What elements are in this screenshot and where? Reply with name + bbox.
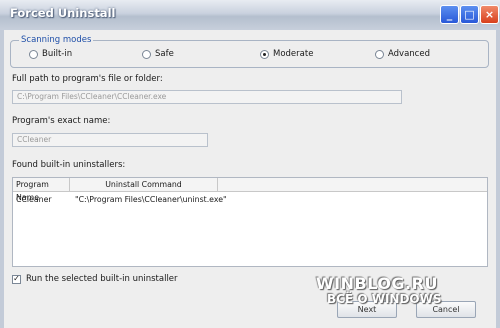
run-uninstaller-option[interactable]: ✓ Run the selected built-in uninstaller bbox=[12, 274, 178, 284]
radio-built-in[interactable]: Built-in bbox=[29, 49, 72, 59]
dialog-body: Scanning modes Built-in Safe Moderate Ad… bbox=[4, 30, 496, 328]
cell-program-name: CCleaner bbox=[16, 195, 52, 204]
radio-safe[interactable]: Safe bbox=[142, 49, 174, 59]
radio-moderate[interactable]: Moderate bbox=[260, 49, 313, 59]
watermark-title: WINBLOG.RU bbox=[316, 274, 438, 293]
close-button[interactable]: × bbox=[480, 5, 499, 24]
title-bar[interactable]: Forced Uninstall _ □ × bbox=[0, 0, 500, 31]
installers-list[interactable]: Program Name Uninstall Command CCleaner … bbox=[12, 177, 488, 267]
scanning-modes-legend: Scanning modes bbox=[19, 35, 94, 45]
column-header-program-name[interactable]: Program Name bbox=[13, 178, 70, 202]
radio-safe-indicator[interactable] bbox=[142, 49, 151, 59]
column-header-uninstall-command[interactable]: Uninstall Command bbox=[70, 178, 218, 191]
table-row[interactable]: CCleaner "C:\Program Files\CCleaner\unin… bbox=[13, 193, 487, 206]
radio-moderate-label: Moderate bbox=[273, 49, 314, 59]
radio-moderate-indicator[interactable] bbox=[260, 49, 269, 59]
cell-uninstall-command: "C:\Program Files\CCleaner\uninst.exe" bbox=[75, 195, 227, 204]
run-uninstaller-label: Run the selected built-in uninstaller bbox=[26, 274, 178, 284]
window-title: Forced Uninstall bbox=[10, 6, 116, 20]
minimize-button[interactable]: _ bbox=[440, 5, 459, 24]
path-field[interactable]: C:\Program Files\CCleaner\CCleaner.exe bbox=[12, 90, 402, 104]
name-field-label: Program's exact name: bbox=[12, 116, 111, 126]
watermark-subtitle: ВСЁ О WINDOWS bbox=[327, 292, 442, 306]
radio-built-in-label: Built-in bbox=[42, 49, 73, 59]
radio-safe-label: Safe bbox=[155, 49, 174, 59]
radio-advanced-indicator[interactable] bbox=[375, 49, 384, 59]
scanning-modes-group: Scanning modes Built-in Safe Moderate Ad… bbox=[10, 35, 489, 68]
radio-advanced-label: Advanced bbox=[388, 49, 430, 59]
run-uninstaller-checkbox[interactable]: ✓ bbox=[12, 274, 21, 284]
path-field-label: Full path to program's file or folder: bbox=[12, 74, 163, 84]
maximize-button[interactable]: □ bbox=[460, 5, 479, 24]
name-field[interactable]: CCleaner bbox=[12, 133, 208, 147]
radio-advanced[interactable]: Advanced bbox=[375, 49, 430, 59]
window-frame-right bbox=[496, 30, 500, 328]
installers-label: Found built-in uninstallers: bbox=[12, 160, 126, 170]
list-header: Program Name Uninstall Command bbox=[13, 178, 487, 202]
radio-built-in-indicator[interactable] bbox=[29, 49, 38, 59]
